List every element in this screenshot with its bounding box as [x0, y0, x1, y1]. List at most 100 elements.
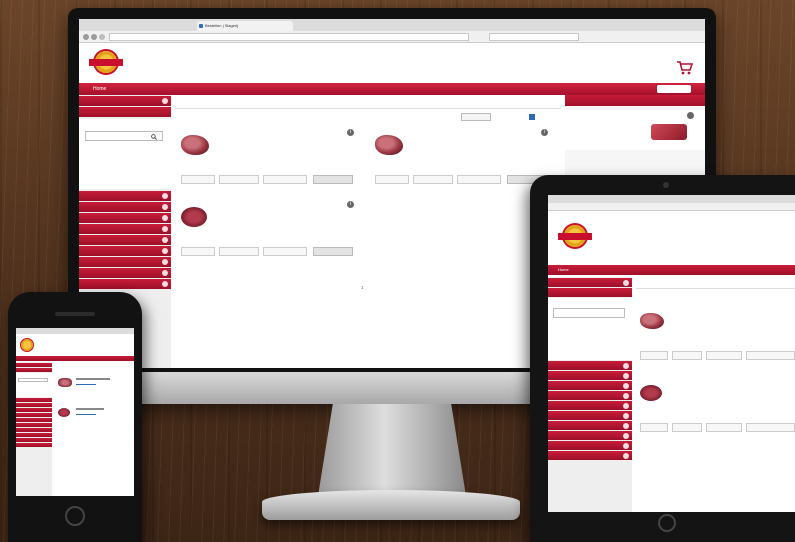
back-icon[interactable]	[83, 34, 89, 40]
phone-nav	[16, 356, 134, 361]
sidebar-category[interactable]	[79, 257, 171, 267]
sidebar-category[interactable]	[79, 246, 171, 256]
quantity-input[interactable]	[219, 247, 259, 256]
browser-tab-title: Bestellen | Slagerij	[205, 23, 239, 28]
option-select[interactable]	[706, 423, 742, 432]
pagination[interactable]: 1	[361, 285, 364, 290]
sidebar-category[interactable]	[16, 423, 52, 427]
chevron-right-icon	[623, 393, 629, 399]
login-button[interactable]	[657, 85, 691, 93]
product-card: i	[369, 127, 555, 189]
sidebar-item[interactable]	[79, 107, 171, 117]
chevron-right-icon	[623, 403, 629, 409]
cart-panel-title	[565, 95, 705, 106]
tablet-sidebar	[548, 277, 632, 512]
nav-home[interactable]: Home	[93, 83, 106, 95]
order-button[interactable]	[746, 351, 795, 360]
info-icon[interactable]: i	[347, 129, 354, 136]
browser-address-bar	[79, 31, 705, 43]
chevron-right-icon	[162, 237, 168, 243]
product-name[interactable]	[76, 408, 104, 410]
sidebar-item[interactable]	[79, 96, 171, 106]
order-button[interactable]	[313, 247, 353, 256]
order-button[interactable]	[746, 423, 795, 432]
sidebar-category[interactable]	[16, 403, 52, 407]
sidebar-search-area	[79, 119, 171, 189]
product-image[interactable]	[640, 313, 664, 329]
product-name[interactable]	[76, 378, 110, 380]
sidebar-category[interactable]	[16, 413, 52, 417]
sidebar-category[interactable]	[79, 268, 171, 278]
cart-item[interactable]	[565, 110, 705, 150]
unit-select[interactable]	[181, 247, 215, 256]
quantity-input[interactable]	[413, 175, 453, 184]
tablet-search-area	[548, 298, 632, 360]
browser-tab-bar: Bestellen | Slagerij	[79, 19, 705, 31]
sort-button[interactable]	[461, 113, 491, 121]
option-select[interactable]	[457, 175, 501, 184]
sidebar-category[interactable]	[79, 213, 171, 223]
info-icon[interactable]: i	[541, 129, 548, 136]
sidebar-category[interactable]	[16, 408, 52, 412]
butcher-logo[interactable]	[89, 47, 123, 77]
butcher-logo[interactable]	[20, 338, 34, 352]
browser-tab[interactable]: Bestellen | Slagerij	[197, 21, 293, 31]
sidebar-category[interactable]	[548, 441, 632, 450]
sidebar-item[interactable]	[16, 368, 52, 372]
unit-select[interactable]	[640, 351, 668, 360]
sidebar-item[interactable]	[16, 363, 52, 367]
sidebar-item[interactable]	[548, 278, 632, 287]
product-image[interactable]	[181, 207, 207, 227]
option-select[interactable]	[263, 247, 307, 256]
sidebar-category[interactable]	[548, 411, 632, 420]
url-input[interactable]	[109, 33, 469, 41]
sidebar-category[interactable]	[548, 431, 632, 440]
search-icon[interactable]	[151, 134, 157, 140]
sidebar-category[interactable]	[548, 401, 632, 410]
butcher-logo[interactable]	[558, 221, 592, 251]
sidebar-category[interactable]	[16, 438, 52, 442]
nav-home[interactable]: Home	[558, 265, 569, 275]
sidebar-category[interactable]	[79, 235, 171, 245]
sidebar-category[interactable]	[548, 451, 632, 460]
browser-search-input[interactable]	[489, 33, 579, 41]
quantity-input[interactable]	[219, 175, 259, 184]
sidebar-category[interactable]	[79, 202, 171, 212]
shopping-cart-icon[interactable]	[677, 61, 693, 75]
sidebar-category[interactable]	[548, 361, 632, 370]
sidebar-category[interactable]	[16, 398, 52, 402]
sidebar-category[interactable]	[16, 428, 52, 432]
quantity-input[interactable]	[672, 423, 702, 432]
reload-icon[interactable]	[99, 34, 105, 40]
sidebar-search-input[interactable]	[553, 308, 625, 318]
option-select[interactable]	[263, 175, 307, 184]
sidebar-category[interactable]	[548, 421, 632, 430]
sidebar-category[interactable]	[16, 418, 52, 422]
sidebar-search-input[interactable]	[18, 378, 48, 382]
product-image[interactable]	[58, 408, 70, 417]
order-button[interactable]	[313, 175, 353, 184]
product-price	[76, 414, 96, 415]
product-image[interactable]	[58, 378, 72, 387]
unit-select[interactable]	[181, 175, 215, 184]
sidebar-category[interactable]	[548, 391, 632, 400]
unit-select[interactable]	[640, 423, 668, 432]
sidebar-item[interactable]	[548, 288, 632, 297]
unit-select[interactable]	[375, 175, 409, 184]
info-icon[interactable]: i	[347, 201, 354, 208]
product-image[interactable]	[181, 135, 209, 155]
remove-icon[interactable]	[687, 112, 694, 119]
view-toggle-checkbox[interactable]	[529, 114, 535, 120]
sidebar-category[interactable]	[79, 191, 171, 201]
sidebar-category[interactable]	[16, 433, 52, 437]
option-select[interactable]	[706, 351, 742, 360]
forward-icon[interactable]	[91, 34, 97, 40]
product-image[interactable]	[640, 385, 662, 401]
sidebar-category[interactable]	[16, 443, 52, 447]
sidebar-category[interactable]	[79, 224, 171, 234]
sidebar-category[interactable]	[548, 381, 632, 390]
sidebar-category[interactable]	[548, 371, 632, 380]
quantity-input[interactable]	[672, 351, 702, 360]
product-image[interactable]	[375, 135, 403, 155]
sidebar-category[interactable]	[79, 279, 171, 289]
